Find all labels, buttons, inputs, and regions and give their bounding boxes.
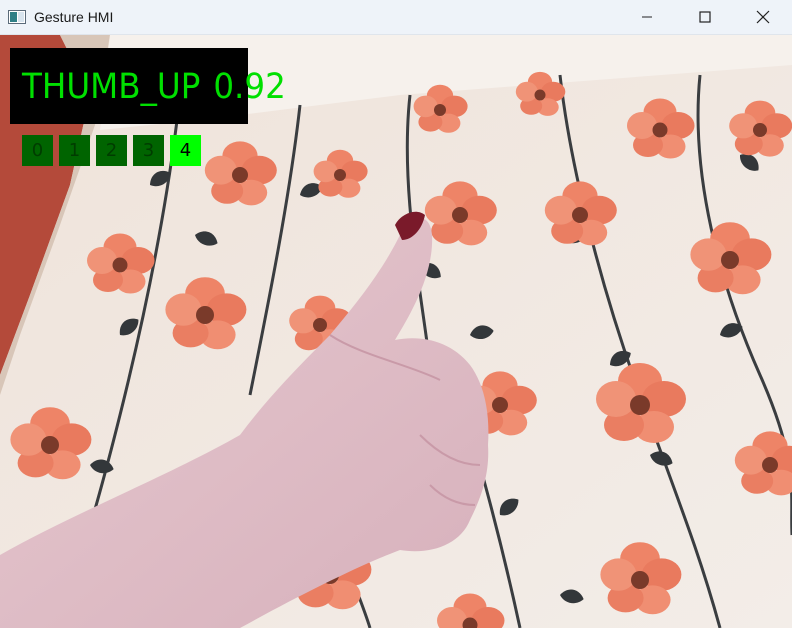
class-index-cell: 4 (170, 135, 201, 166)
maximize-icon (699, 11, 711, 23)
class-index-cell: 0 (22, 135, 53, 166)
gesture-confidence: 0.92 (213, 67, 286, 107)
class-index-cell: 2 (96, 135, 127, 166)
class-index-row: 01234 (22, 135, 207, 166)
window-title: Gesture HMI (34, 9, 114, 25)
minimize-button[interactable] (618, 0, 676, 34)
camera-feed: THUMB_UP 0.92 01234 (0, 35, 792, 628)
class-index-cell: 3 (133, 135, 164, 166)
gesture-name: THUMB_UP (22, 67, 201, 107)
close-button[interactable] (734, 0, 792, 34)
maximize-button[interactable] (676, 0, 734, 34)
app-window: Gesture HMI THUMB_UP 0.92 0 1 2 3 4 (0, 0, 792, 628)
app-icon (8, 10, 26, 24)
class-index-cell: 1 (59, 135, 90, 166)
minimize-icon (642, 16, 652, 18)
gesture-label: THUMB_UP 0.92 (22, 65, 299, 109)
title-bar[interactable]: Gesture HMI (0, 0, 792, 35)
close-icon (756, 10, 770, 24)
